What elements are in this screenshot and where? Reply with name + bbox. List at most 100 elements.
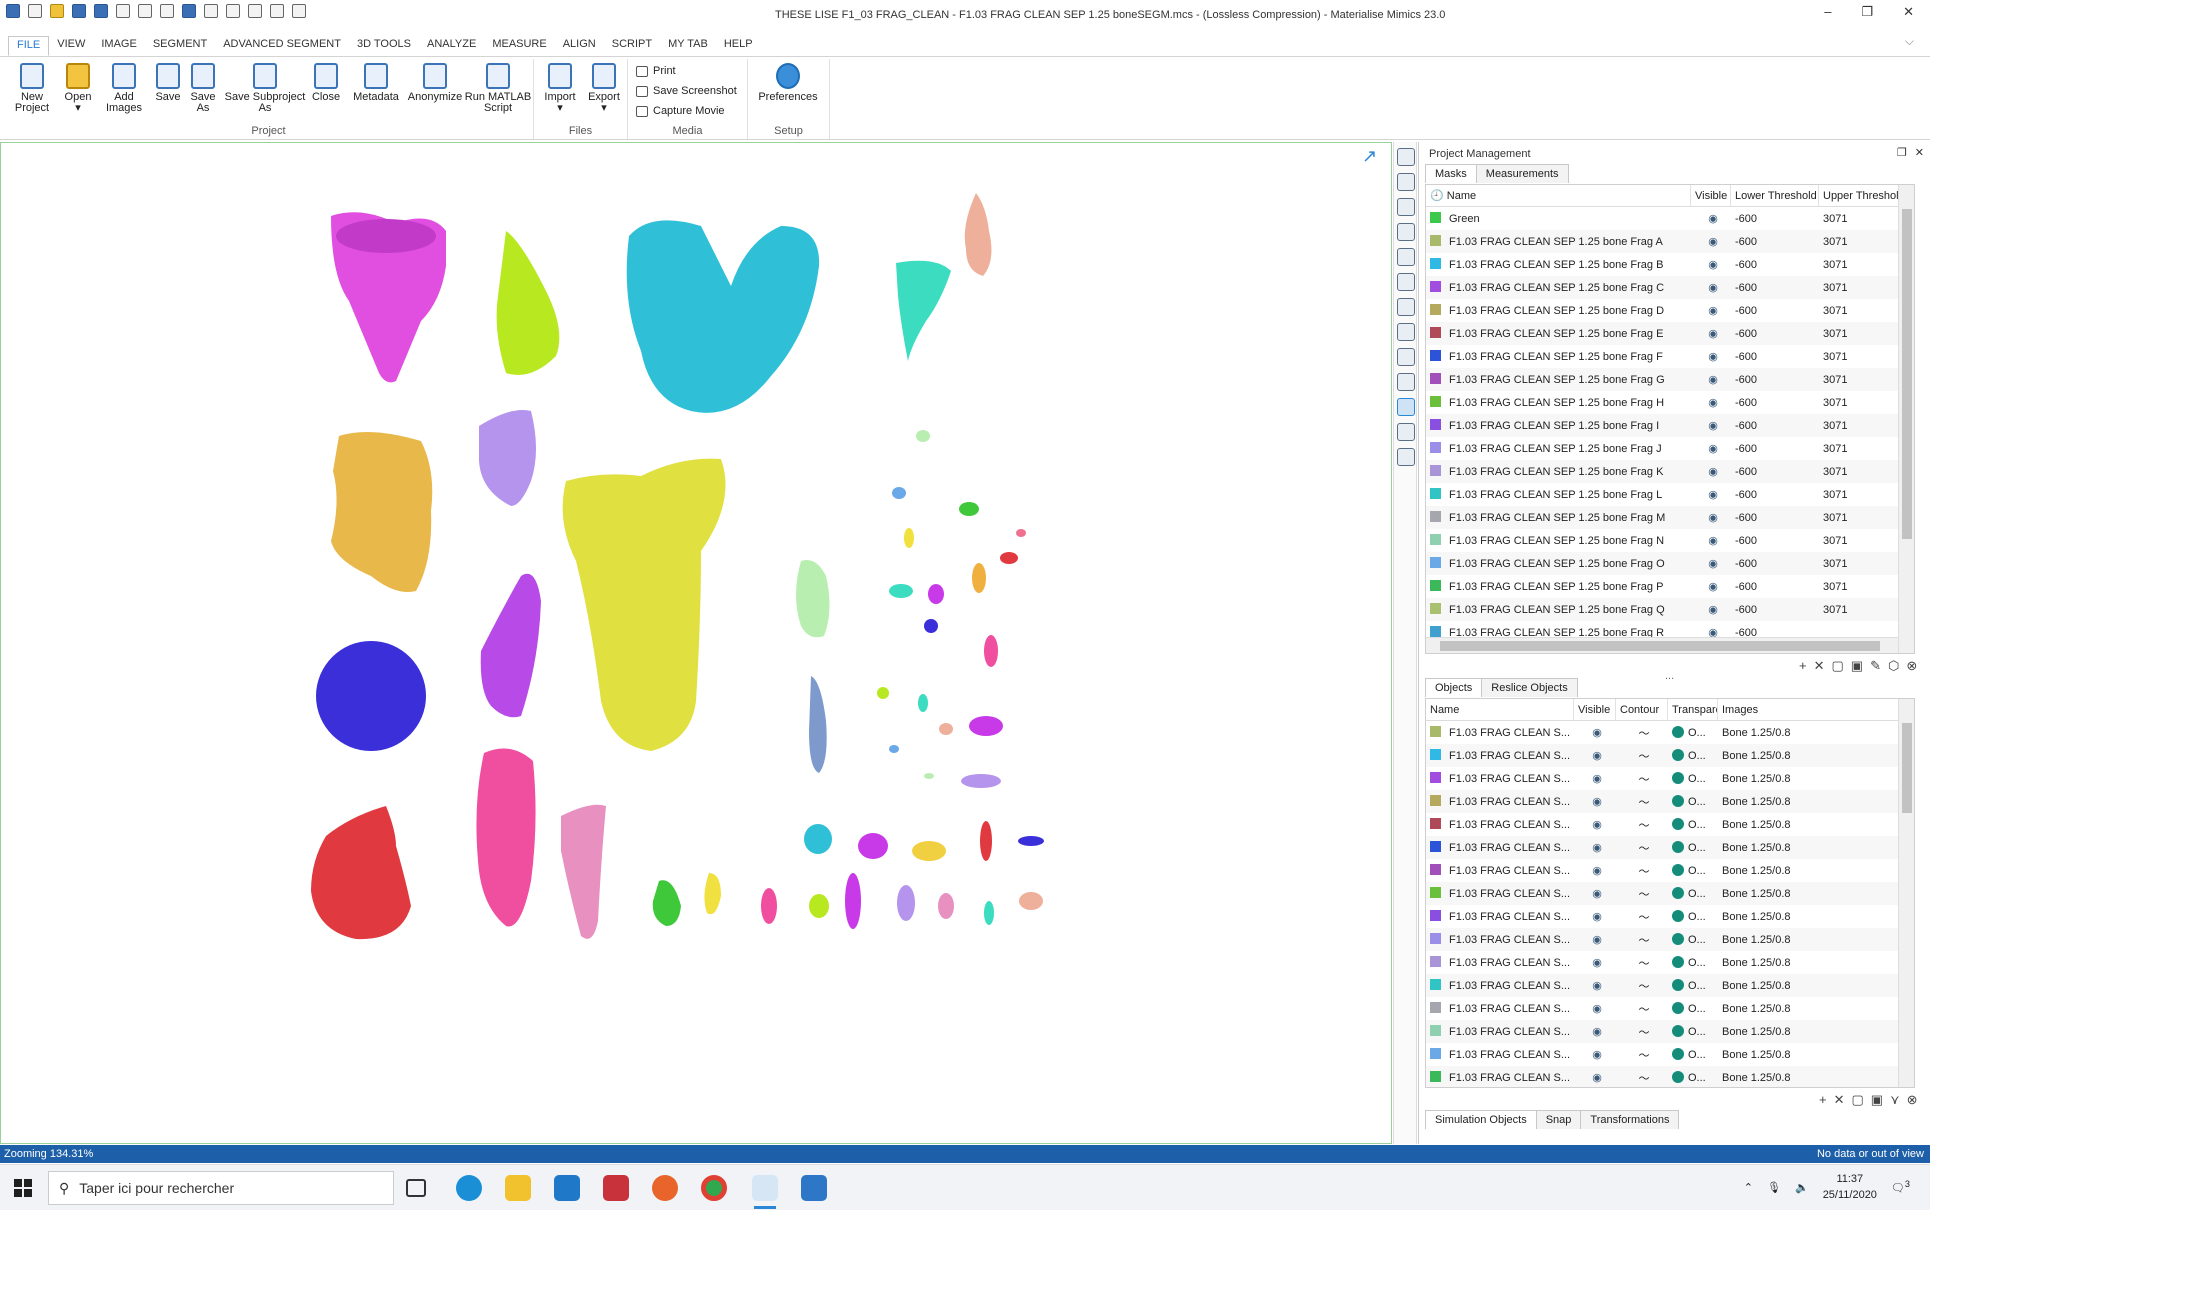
pan-icon[interactable] (1397, 273, 1415, 291)
tab-file[interactable]: FILE (8, 36, 50, 56)
object-row[interactable]: F1.03 FRAG CLEAN S... ◉ 〜 O... Bone 1.25/0.8 (1426, 790, 1914, 813)
duplicate-object-icon[interactable]: ▣ (1871, 1092, 1883, 1108)
tab-analyze[interactable]: ANALYZE (419, 36, 484, 56)
anonymize-button[interactable]: Anonymize (404, 63, 466, 103)
object-visible-toggle[interactable]: ◉ (1574, 933, 1616, 946)
object-transparency[interactable]: O... (1668, 864, 1718, 877)
triangle-icon[interactable] (1397, 223, 1415, 241)
tab-advanced-segment[interactable]: ADVANCED SEGMENT (215, 36, 349, 56)
edit-mask-icon[interactable]: ✎ (1870, 658, 1881, 674)
mask-row[interactable]: F1.03 FRAG CLEAN SEP 1.25 bone Frag J ◉ -6… (1426, 437, 1914, 460)
object-row[interactable]: F1.03 FRAG CLEAN S... ◉ 〜 O... Bone 1.25/0.8 (1426, 836, 1914, 859)
firefox-icon[interactable] (652, 1175, 678, 1201)
mask-row[interactable]: F1.03 FRAG CLEAN SEP 1.25 bone Frag I ◉ -6… (1426, 414, 1914, 437)
notifications-icon[interactable]: 🗨3 (1891, 1179, 1910, 1195)
mask-row[interactable]: F1.03 FRAG CLEAN SEP 1.25 bone Frag F ◉ -6… (1426, 345, 1914, 368)
object-contour-toggle[interactable]: 〜 (1616, 863, 1668, 879)
tab-script[interactable]: SCRIPT (604, 36, 660, 56)
mask-row[interactable]: Green ◉ -600 3071 (1426, 207, 1914, 230)
minimize-button[interactable]: – (1824, 4, 1831, 20)
file-explorer-icon[interactable] (505, 1175, 531, 1201)
tab-masks[interactable]: Masks (1425, 164, 1477, 183)
open-button[interactable]: Open ▾ (54, 63, 102, 114)
save-icon[interactable] (72, 4, 86, 18)
panel-float-button[interactable]: ❐ (1897, 146, 1907, 159)
object-transparency[interactable]: O... (1668, 726, 1718, 739)
object-transparency[interactable]: O... (1668, 841, 1718, 854)
object-visible-toggle[interactable]: ◉ (1574, 979, 1616, 992)
contrast-icon[interactable] (1397, 448, 1415, 466)
preferences-button[interactable]: Preferences (750, 63, 826, 103)
tab-my-tab[interactable]: MY TAB (660, 36, 716, 56)
object-row[interactable]: F1.03 FRAG CLEAN S... ◉ 〜 O... Bone 1.25/0.8 (1426, 767, 1914, 790)
object-visible-toggle[interactable]: ◉ (1574, 864, 1616, 877)
col-object-visible[interactable]: Visible (1574, 699, 1616, 720)
object-contour-toggle[interactable]: 〜 (1616, 1070, 1668, 1086)
crosshair-icon[interactable] (1397, 398, 1415, 416)
new-file-icon[interactable] (28, 4, 42, 18)
tab-image[interactable]: IMAGE (93, 36, 144, 56)
object-row[interactable]: F1.03 FRAG CLEAN S... ◉ 〜 O... Bone 1.25/0.8 (1426, 951, 1914, 974)
mask-visible-toggle[interactable]: ◉ (1691, 373, 1731, 386)
close-project-button[interactable]: Close (302, 63, 350, 103)
delete-mask-icon[interactable]: ✕ (1814, 658, 1825, 674)
mask-row[interactable]: F1.03 FRAG CLEAN SEP 1.25 bone Frag L ◉ -6… (1426, 483, 1914, 506)
mask-row[interactable]: F1.03 FRAG CLEAN SEP 1.25 bone Frag B ◉ -6… (1426, 253, 1914, 276)
taskbar-search-box[interactable]: ⚲ Taper ici pour rechercher (48, 1171, 394, 1205)
windows-start-icon[interactable] (14, 1179, 32, 1197)
object-contour-toggle[interactable]: 〜 (1616, 932, 1668, 948)
mask-menu-icon[interactable]: ⊗ (1906, 658, 1917, 674)
close-button[interactable]: ✕ (1903, 4, 1914, 20)
masks-vertical-scrollbar[interactable] (1898, 185, 1914, 653)
tab-measurements[interactable]: Measurements (1475, 164, 1569, 183)
object-contour-toggle[interactable]: 〜 (1616, 1047, 1668, 1063)
cube-icon[interactable] (1397, 323, 1415, 341)
mask-visible-toggle[interactable]: ◉ (1691, 442, 1731, 455)
mask-row[interactable]: F1.03 FRAG CLEAN SEP 1.25 bone Frag N ◉ -6… (1426, 529, 1914, 552)
object-transparency[interactable]: O... (1668, 1002, 1718, 1015)
col-name[interactable]: 🕘 Name (1426, 185, 1691, 206)
object-contour-toggle[interactable]: 〜 (1616, 1001, 1668, 1017)
object-row[interactable]: F1.03 FRAG CLEAN S... ◉ 〜 O... Bone 1.25/0.8 (1426, 721, 1914, 744)
shape-icon[interactable] (1397, 248, 1415, 266)
object-transparency[interactable]: O... (1668, 1025, 1718, 1038)
light-icon[interactable] (1397, 348, 1415, 366)
tab-3d-tools[interactable]: 3D TOOLS (349, 36, 419, 56)
add-mask-icon[interactable]: + (1799, 658, 1807, 674)
object-visible-toggle[interactable]: ◉ (1574, 1071, 1616, 1084)
tab-transformations[interactable]: Transformations (1580, 1110, 1680, 1129)
object-contour-toggle[interactable]: 〜 (1616, 794, 1668, 810)
object-row[interactable]: F1.03 FRAG CLEAN S... ◉ 〜 O... Bone 1.25/0.8 (1426, 744, 1914, 767)
object-row[interactable]: F1.03 FRAG CLEAN S... ◉ 〜 O... Bone 1.25/0.8 (1426, 859, 1914, 882)
object-visible-toggle[interactable]: ◉ (1574, 726, 1616, 739)
export-icon[interactable] (182, 4, 196, 18)
export-button[interactable]: Export ▾ (580, 63, 628, 114)
object-visible-toggle[interactable]: ◉ (1574, 887, 1616, 900)
object-contour-toggle[interactable]: 〜 (1616, 978, 1668, 994)
save-subproject-button[interactable]: Save Subproject As (224, 63, 306, 114)
mask-visible-toggle[interactable]: ◉ (1691, 534, 1731, 547)
save-as-icon[interactable] (94, 4, 108, 18)
object-contour-toggle[interactable]: 〜 (1616, 886, 1668, 902)
mail-icon[interactable] (554, 1175, 580, 1201)
calculate-3d-icon[interactable]: ⬡ (1888, 658, 1899, 674)
fit-view-icon[interactable] (292, 4, 306, 18)
chrome-icon[interactable] (701, 1175, 727, 1201)
object-contour-toggle[interactable]: 〜 (1616, 909, 1668, 925)
object-row[interactable]: F1.03 FRAG CLEAN S... ◉ 〜 O... Bone 1.25/0.8 (1426, 928, 1914, 951)
object-row[interactable]: F1.03 FRAG CLEAN S... ◉ 〜 O... Bone 1.25/0.8 (1426, 1043, 1914, 1066)
object-transparency[interactable]: O... (1668, 887, 1718, 900)
clock[interactable]: 11:37 25/11/2020 (1823, 1171, 1877, 1203)
capture-movie-button[interactable]: Capture Movie (636, 105, 725, 117)
object-visible-toggle[interactable]: ◉ (1574, 1002, 1616, 1015)
tab-snap[interactable]: Snap (1535, 1110, 1582, 1129)
object-visible-toggle[interactable]: ◉ (1574, 1048, 1616, 1061)
object-transparency[interactable]: O... (1668, 795, 1718, 808)
object-visible-toggle[interactable]: ◉ (1574, 841, 1616, 854)
object-transparency[interactable]: O... (1668, 818, 1718, 831)
object-row[interactable]: F1.03 FRAG CLEAN S... ◉ 〜 O... Bone 1.25/0.8 (1426, 813, 1914, 836)
restore-button[interactable]: ❐ (1861, 4, 1873, 20)
mask-visible-toggle[interactable]: ◉ (1691, 557, 1731, 570)
grid-icon[interactable] (1397, 148, 1415, 166)
object-visible-toggle[interactable]: ◉ (1574, 956, 1616, 969)
